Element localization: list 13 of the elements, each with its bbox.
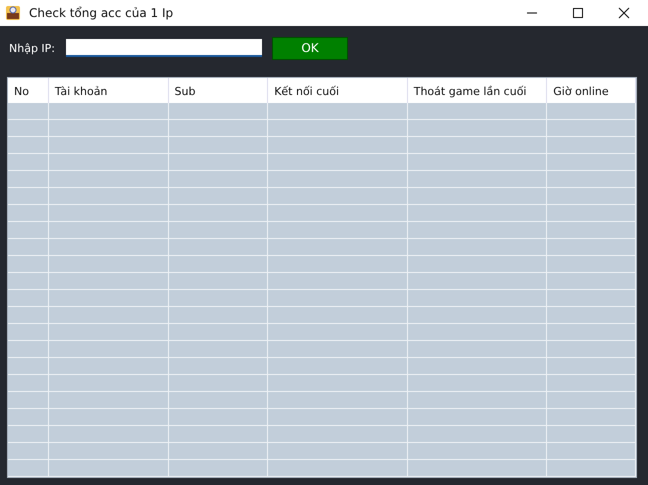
column-header[interactable]: Giờ online (547, 78, 636, 103)
ip-label: Nhập IP: (9, 42, 56, 54)
column-header[interactable]: Sub (168, 78, 268, 103)
ip-input-field[interactable] (66, 39, 262, 57)
column-header[interactable]: Tài khoản (48, 78, 168, 103)
column-header[interactable]: Kết nối cuối (268, 78, 408, 103)
maximize-icon[interactable] (572, 7, 584, 19)
close-icon[interactable] (618, 7, 630, 19)
ok-button[interactable]: OK (272, 36, 348, 60)
window-title: Check tổng acc của 1 Ip (29, 6, 174, 20)
app-icon (5, 5, 21, 21)
column-header[interactable]: No (8, 78, 49, 103)
column-header[interactable]: Thoát game lần cuối (408, 78, 548, 103)
